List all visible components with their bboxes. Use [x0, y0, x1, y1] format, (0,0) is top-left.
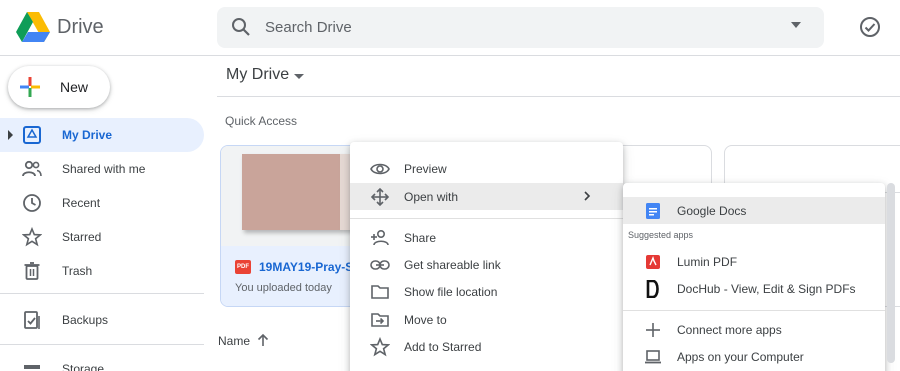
sidebar-item-storage[interactable]: Storage	[0, 352, 204, 371]
submenu-item-apps-on-your-computer[interactable]: Apps on your Computer	[623, 343, 885, 370]
sidebar-item-label: Recent	[62, 196, 101, 210]
submenu-item-label: Connect more apps	[677, 323, 782, 337]
app-name: Drive	[57, 16, 104, 38]
plus-icon	[20, 77, 40, 97]
menu-item-open-with[interactable]: Open with	[350, 183, 623, 210]
clock-icon	[23, 194, 41, 212]
arrow-up-icon[interactable]	[256, 333, 270, 347]
sidebar-item-label: Storage	[62, 362, 105, 371]
menu-item-label: Open with	[404, 190, 459, 204]
menu-divider	[350, 218, 623, 219]
menu-item-add-to-starred[interactable]: Add to Starred	[350, 333, 623, 360]
sidebar-item-recent[interactable]: Recent	[0, 186, 204, 220]
menu-item-label: Show file location	[404, 285, 498, 299]
scrollbar[interactable]	[887, 183, 895, 363]
new-button-label: New	[60, 79, 89, 95]
offline-status-icon[interactable]	[859, 16, 881, 38]
submenu-item-google-docs[interactable]: Google Docs	[623, 197, 885, 224]
sidebar-divider	[0, 344, 204, 345]
new-button[interactable]: New	[8, 66, 110, 108]
star-icon	[22, 227, 42, 247]
google-docs-icon	[646, 203, 660, 219]
sidebar-item-label: My Drive	[62, 128, 113, 142]
submenu-item-label: Apps on your Computer	[677, 350, 804, 364]
my-drive-icon	[23, 126, 41, 144]
submenu-item-lumin-pdf[interactable]: Lumin PDF	[623, 248, 885, 275]
folder-icon	[371, 285, 389, 299]
file-name: 19MAY19-Pray-Sti	[259, 260, 361, 274]
menu-item-label: Move to	[404, 313, 447, 327]
backup-icon	[24, 311, 40, 329]
submenu-divider	[623, 310, 885, 311]
plus-icon	[646, 323, 660, 337]
sidebar-item-starred[interactable]: Starred	[0, 220, 204, 254]
submenu-item-label: DocHub - View, Edit & Sign PDFs	[677, 282, 856, 296]
menu-item-label: Add to Starred	[404, 340, 482, 354]
star-icon	[370, 337, 390, 357]
submenu-item-dochub[interactable]: DocHub - View, Edit & Sign PDFs	[623, 275, 885, 302]
quick-access-title: Quick Access	[225, 114, 298, 128]
search-bar[interactable]	[217, 7, 824, 48]
pdf-icon: PDF	[235, 260, 251, 274]
sidebar-item-backups[interactable]: Backups	[0, 303, 204, 337]
page-title[interactable]: My Drive	[226, 66, 289, 84]
header-divider	[217, 96, 900, 97]
menu-item-label: Share	[404, 231, 437, 245]
top-bar: Drive	[0, 0, 900, 56]
add-person-icon	[371, 229, 389, 246]
sidebar-item-shared-with-me[interactable]: Shared with me	[0, 152, 204, 186]
sidebar-item-label: Trash	[62, 264, 93, 278]
search-options-caret-icon[interactable]	[791, 22, 801, 28]
menu-item-show-file-location[interactable]: Show file location	[350, 278, 623, 305]
submenu-item-connect-more-apps[interactable]: Connect more apps	[623, 316, 885, 343]
menu-item-move-to[interactable]: Move to	[350, 306, 623, 333]
sidebar-item-label: Starred	[62, 230, 102, 244]
storage-icon	[24, 365, 40, 369]
drive-logo-icon[interactable]	[16, 12, 50, 42]
menu-item-get-shareable-link[interactable]: Get shareable link	[350, 251, 623, 278]
trash-icon	[24, 262, 40, 280]
people-icon	[22, 160, 42, 177]
sidebar-item-label: Backups	[62, 313, 109, 327]
suggested-apps-caption: Suggested apps	[628, 230, 694, 240]
menu-item-preview[interactable]: Preview	[350, 155, 623, 182]
move-arrows-icon	[370, 187, 390, 207]
sidebar-divider	[0, 293, 204, 294]
menu-item-label: Preview	[404, 162, 447, 176]
lumin-pdf-icon	[646, 255, 660, 269]
sidebar-item-label: Shared with me	[62, 162, 146, 176]
file-subtitle: You uploaded today	[235, 282, 332, 294]
name-column-header[interactable]: Name	[218, 334, 250, 348]
sidebar-item-trash[interactable]: Trash	[0, 254, 204, 288]
sidebar-item-my-drive[interactable]: My Drive	[0, 118, 204, 152]
search-input[interactable]	[265, 15, 765, 39]
move-to-icon	[371, 313, 389, 327]
menu-item-share[interactable]: Share	[350, 224, 623, 251]
dochub-icon	[646, 280, 659, 298]
submenu-item-label: Google Docs	[677, 204, 747, 218]
chevron-right-icon	[584, 191, 591, 201]
open-with-submenu: Google Docs Suggested apps Lumin PDF Doc…	[623, 183, 885, 371]
expand-arrow-icon[interactable]	[8, 130, 13, 140]
link-icon	[370, 260, 390, 270]
chevron-down-icon[interactable]	[294, 74, 304, 79]
context-menu: Preview Open with Share Get shareable li…	[350, 142, 623, 371]
search-icon[interactable]	[231, 17, 251, 37]
eye-icon	[370, 163, 390, 175]
menu-item-label: Get shareable link	[404, 258, 501, 272]
submenu-item-label: Lumin PDF	[677, 255, 738, 269]
laptop-icon	[645, 350, 661, 364]
